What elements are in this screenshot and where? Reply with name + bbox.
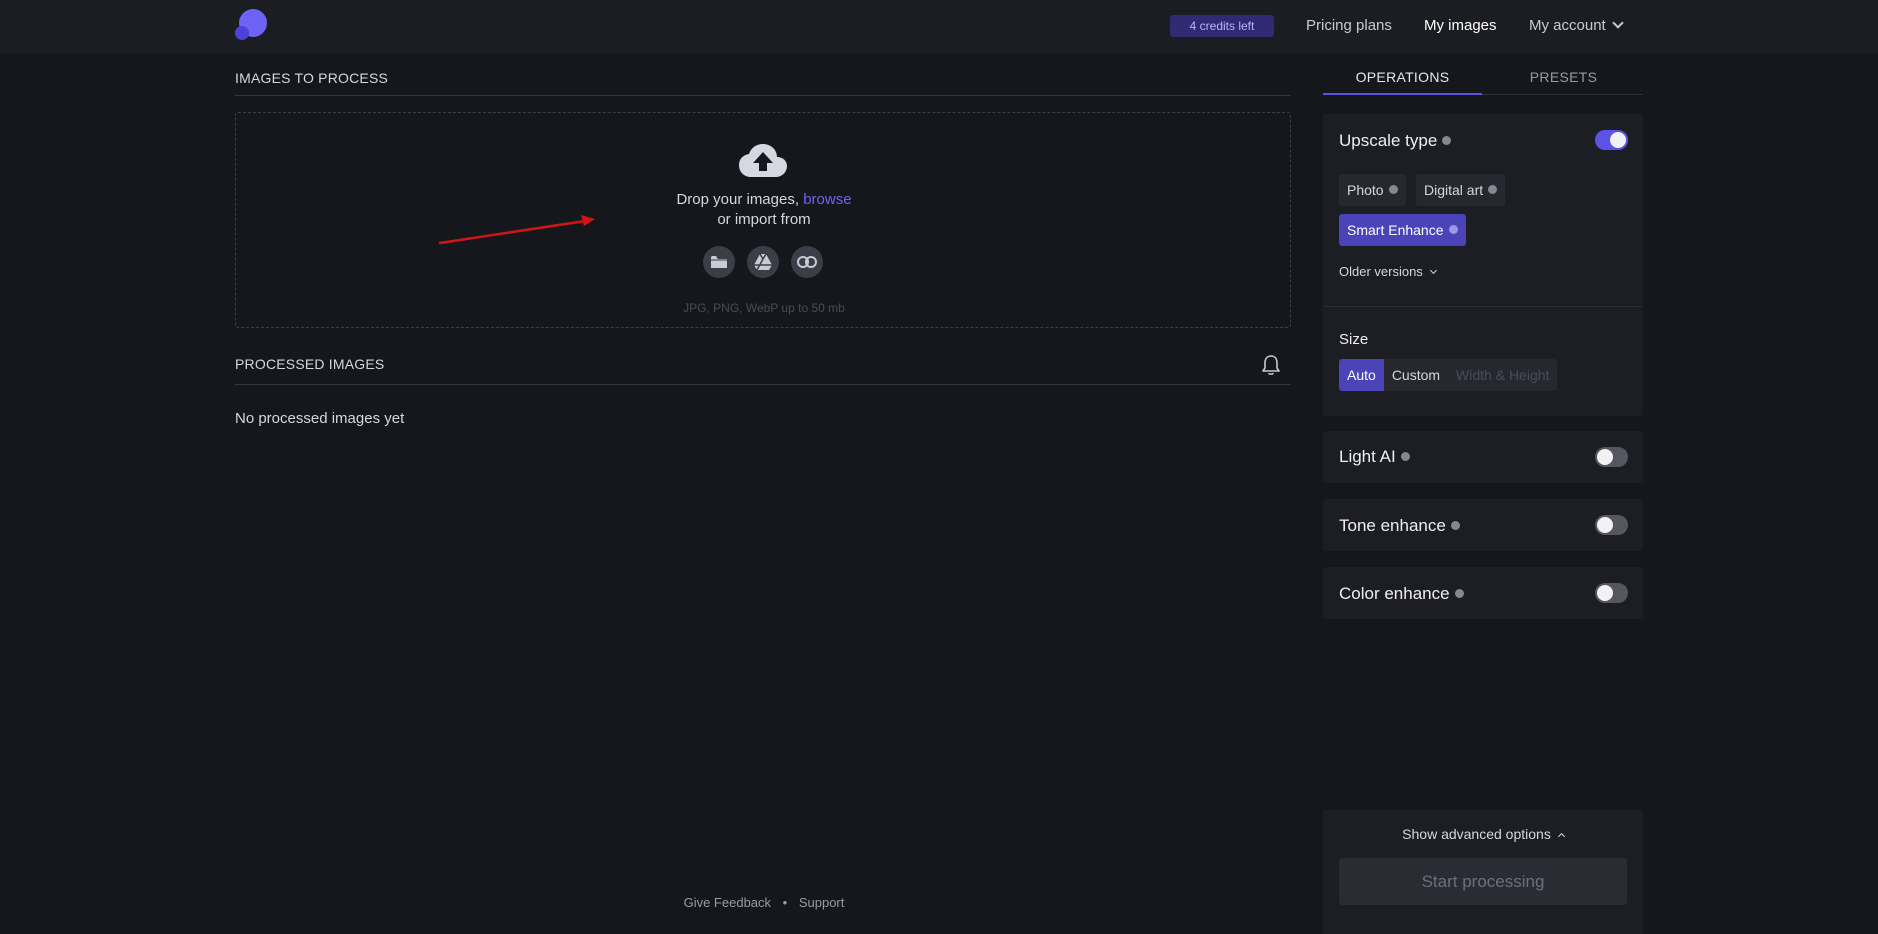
bell-icon[interactable] [1261, 354, 1281, 376]
info-icon[interactable] [1448, 225, 1458, 234]
option-digital-art-label: Digital art [1424, 182, 1484, 198]
color-enhance-title: Color enhance [1339, 584, 1464, 604]
option-smart-enhance[interactable]: Smart Enhance [1339, 214, 1466, 246]
cloud-upload-icon [739, 144, 787, 177]
footer-separator: • [782, 895, 788, 910]
tone-enhance-label: Tone enhance [1339, 516, 1446, 535]
older-versions-label: Older versions [1339, 264, 1423, 279]
import-url-button[interactable] [791, 246, 823, 278]
credits-badge: 4 credits left [1170, 15, 1274, 37]
option-smart-enhance-label: Smart Enhance [1347, 222, 1444, 238]
processed-images-title: PROCESSED IMAGES [235, 356, 385, 372]
nav-my-account[interactable]: My account [1529, 17, 1624, 34]
folder-icon [711, 256, 727, 268]
light-ai-title: Light AI [1339, 447, 1410, 467]
info-icon[interactable] [1488, 185, 1498, 194]
info-icon[interactable] [1388, 185, 1398, 194]
toggle-knob [1597, 449, 1613, 465]
toggle-knob [1597, 517, 1613, 533]
import-google-drive-button[interactable] [747, 246, 779, 278]
give-feedback-link[interactable]: Give Feedback [684, 895, 771, 910]
nav-my-account-label: My account [1529, 17, 1606, 34]
size-width-height-option[interactable]: Width & Height [1448, 359, 1557, 391]
size-auto-option[interactable]: Auto [1339, 359, 1384, 391]
chevron-up-icon [1557, 832, 1565, 841]
upscale-type-label: Upscale type [1339, 131, 1438, 150]
support-link[interactable]: Support [799, 895, 845, 910]
section-divider [235, 95, 1291, 96]
import-folder-button[interactable] [703, 246, 735, 278]
upscale-card: Upscale type Photo Digital art Smart Enh… [1323, 114, 1643, 416]
logo-small-circle [235, 26, 249, 40]
tab-presets[interactable]: PRESETS [1484, 69, 1643, 85]
option-digital-art[interactable]: Digital art [1416, 174, 1506, 206]
info-icon[interactable] [1400, 452, 1410, 461]
info-icon[interactable] [1450, 521, 1460, 530]
light-ai-card: Light AI [1323, 431, 1643, 483]
show-advanced-options-toggle[interactable]: Show advanced options [1323, 826, 1643, 842]
chevron-down-icon [1429, 266, 1437, 275]
drop-text: Drop your images, [676, 191, 800, 208]
color-enhance-label: Color enhance [1339, 584, 1450, 603]
color-enhance-toggle[interactable] [1595, 583, 1628, 603]
processing-card: Show advanced options Start processing [1323, 810, 1643, 934]
option-photo[interactable]: Photo [1339, 174, 1406, 206]
upscale-type-toggle[interactable] [1595, 130, 1628, 150]
tone-enhance-card: Tone enhance [1323, 499, 1643, 551]
show-advanced-options-label: Show advanced options [1402, 826, 1551, 842]
nav-my-images[interactable]: My images [1424, 17, 1497, 34]
google-drive-icon [754, 253, 772, 271]
info-icon[interactable] [1454, 589, 1464, 598]
logo[interactable] [235, 8, 269, 42]
toggle-knob [1610, 132, 1626, 148]
tab-operations[interactable]: OPERATIONS [1323, 69, 1482, 85]
red-arrow-annotation [438, 215, 595, 245]
browse-link[interactable]: browse [803, 191, 851, 208]
card-divider [1323, 306, 1643, 307]
toggle-knob [1597, 585, 1613, 601]
upscale-type-title: Upscale type [1339, 131, 1452, 151]
tone-enhance-title: Tone enhance [1339, 516, 1460, 536]
nav-pricing-plans[interactable]: Pricing plans [1306, 17, 1392, 34]
start-processing-button[interactable]: Start processing [1339, 858, 1627, 905]
chevron-down-icon [1612, 17, 1624, 29]
light-ai-toggle[interactable] [1595, 447, 1628, 467]
top-header: 4 credits left Pricing plans My images M… [0, 0, 1878, 53]
images-to-process-title: IMAGES TO PROCESS [235, 70, 389, 86]
active-tab-indicator [1323, 93, 1482, 95]
section-divider [235, 384, 1291, 385]
tone-enhance-toggle[interactable] [1595, 515, 1628, 535]
drop-instructions: Drop your images, browse [0, 191, 1528, 208]
color-enhance-card: Color enhance [1323, 567, 1643, 619]
import-from-text: or import from [717, 211, 811, 228]
size-custom-option[interactable]: Custom [1384, 359, 1448, 391]
info-icon[interactable] [1442, 136, 1452, 145]
no-processed-message: No processed images yet [235, 410, 405, 427]
older-versions-dropdown[interactable]: Older versions [1339, 264, 1437, 279]
light-ai-label: Light AI [1339, 447, 1396, 466]
supported-formats-note: JPG, PNG, WebP up to 50 mb [683, 301, 845, 315]
option-photo-label: Photo [1347, 182, 1384, 198]
size-label: Size [1339, 331, 1369, 348]
link-icon [797, 256, 817, 268]
footer-links: Give Feedback • Support [0, 895, 1528, 910]
size-selector: Auto Custom Width & Height [1339, 359, 1558, 391]
